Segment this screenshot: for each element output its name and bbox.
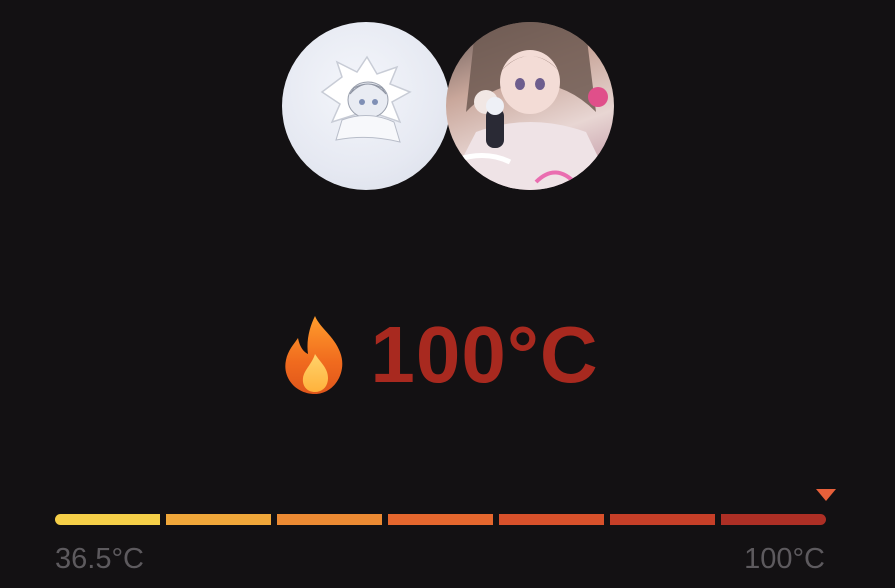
scale-max-label: 100°C [744, 543, 825, 575]
anime-girl-illustration [446, 22, 614, 190]
scale-min-label: 36.5°C [55, 543, 144, 575]
scale-segment [166, 514, 271, 525]
scale-segment [388, 514, 493, 525]
scale-segment [55, 514, 160, 525]
temperature-value: 100°C [370, 310, 599, 399]
user-avatar-right[interactable] [446, 22, 614, 190]
user-avatar-left[interactable] [282, 22, 450, 190]
scale-segment [610, 514, 715, 525]
scale-segment [499, 514, 604, 525]
chibi-character-icon [320, 55, 412, 143]
temperature-scale-bar [55, 514, 826, 525]
current-level-marker [816, 489, 836, 501]
temperature-display: 100°C [0, 305, 895, 405]
scale-segment [277, 514, 382, 525]
fire-icon [285, 316, 343, 394]
scale-segment [721, 514, 826, 525]
avatar-group [0, 0, 895, 200]
